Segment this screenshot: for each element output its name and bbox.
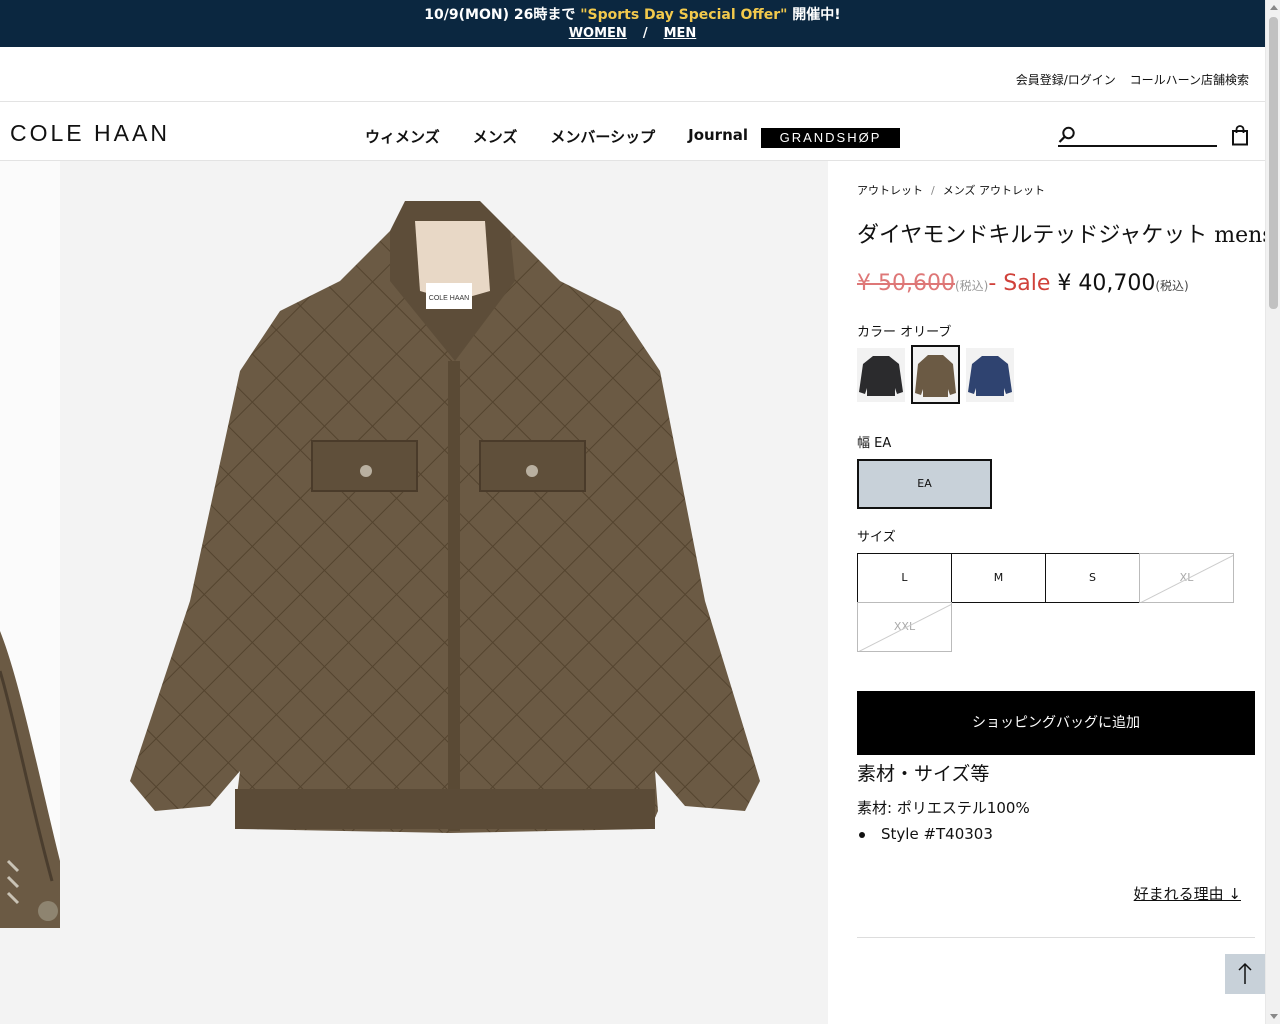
sale-tax-note: (税込) [1155,279,1189,293]
scroll-down-icon[interactable] [1270,1014,1278,1019]
breadcrumb: アウトレット / メンズ アウトレット [857,182,1045,198]
style-number: Style #T40303 [857,825,993,843]
promo-men-link[interactable]: MEN [664,26,697,41]
promo-suffix: 開催中! [787,7,841,23]
promo-links: WOMEN / MEN [0,26,1265,41]
page-scrollbar[interactable] [1265,0,1280,1024]
arrow-up-icon [1238,962,1252,984]
scrollbar-thumb[interactable] [1269,17,1278,309]
size-option-l[interactable]: L [857,553,952,603]
utility-bar: 会員登録/ログイン コールハーン店舗検索 [0,47,1265,102]
back-to-top-button[interactable] [1225,954,1265,994]
sale-price: ¥ 40,700 [1057,271,1156,296]
store-search-link[interactable]: コールハーン店舗検索 [1130,73,1249,87]
style-text: Style #T40303 [881,825,993,843]
size-option-xxl-unavailable[interactable]: XXL [857,602,952,652]
nav-item-membership[interactable]: メンバーシップ [550,126,655,147]
materials-heading: 素材・サイズ等 [857,763,990,785]
original-price: ¥ 50,600 [857,271,955,296]
product-title: ダイヤモンドキルテッドジャケット mens [857,223,1274,248]
grandshop-link[interactable]: GRANDSHØP [761,128,900,148]
swatch-black[interactable] [857,348,905,402]
promo-message: 10/9(MON) 26時まで "Sports Day Special Offe… [0,4,1265,24]
size-option-s[interactable]: S [1045,553,1140,603]
shopping-bag-icon[interactable] [1231,125,1249,150]
breadcrumb-outlet[interactable]: アウトレット [857,184,923,197]
scroll-up-icon[interactable] [1270,5,1278,10]
size-option-m[interactable]: M [951,553,1046,603]
why-loved-link[interactable]: 好まれる理由 ↓ [1134,883,1241,904]
color-label: カラー オリーブ [857,325,952,340]
add-to-bag-button[interactable]: ショッピングバッグに追加 [857,691,1255,755]
promo-prefix: 10/9(MON) 26時まで [424,7,581,23]
svg-text:COLE HAAN: COLE HAAN [429,295,469,302]
price-block: ¥ 50,600(税込)- Sale ¥ 40,700(税込) [857,271,1189,296]
breadcrumb-mens-outlet[interactable]: メンズ アウトレット [943,184,1045,197]
promo-separator: / [642,26,648,41]
price-dash: - [988,271,1004,296]
sale-label: Sale [1003,271,1051,296]
promo-banner: 10/9(MON) 26時まで "Sports Day Special Offe… [0,0,1265,47]
nav-item-womens[interactable]: ウィメンズ [365,126,440,147]
divider [857,937,1255,938]
page: 10/9(MON) 26時まで "Sports Day Special Offe… [0,0,1280,1024]
search-box [1058,122,1217,147]
product-gallery: COLE HAAN [0,161,828,1024]
nav-item-mens[interactable]: メンズ [473,126,518,147]
main-nav: COLE HAAN ウィメンズ メンズ メンバーシップ Journal GRAN… [0,102,1265,161]
width-label: 幅 EA [857,436,892,451]
bullet-icon [859,832,865,838]
color-swatches [857,345,1020,404]
width-option-ea[interactable]: EA [857,459,992,509]
promo-women-link[interactable]: WOMEN [569,26,627,41]
search-input[interactable] [1080,124,1214,144]
brand-logo[interactable]: COLE HAAN [10,120,170,147]
material-text: 素材: ポリエステル100% [857,799,1030,817]
nav-item-journal[interactable]: Journal [688,126,748,147]
unavailable-strike [858,603,951,651]
register-login-link[interactable]: 会員登録/ログイン [1016,73,1116,87]
jacket-illustration: COLE HAAN [130,201,760,833]
swatch-navy[interactable] [966,348,1014,402]
search-icon[interactable] [1058,126,1076,148]
utility-links: 会員登録/ログイン コールハーン店舗検索 [1006,71,1249,88]
breadcrumb-separator: / [931,184,935,197]
previous-image-peek[interactable] [0,161,60,928]
swatch-olive[interactable] [911,345,960,404]
product-image[interactable]: COLE HAAN [60,161,828,928]
size-option-xl-unavailable[interactable]: XL [1139,553,1234,603]
unavailable-strike [1140,554,1233,602]
promo-highlight: "Sports Day Special Offer" [580,7,788,23]
original-tax-note: (税込) [954,279,989,293]
nav-menu: ウィメンズ メンズ メンバーシップ Journal [365,126,781,147]
size-label: サイズ [857,530,896,545]
